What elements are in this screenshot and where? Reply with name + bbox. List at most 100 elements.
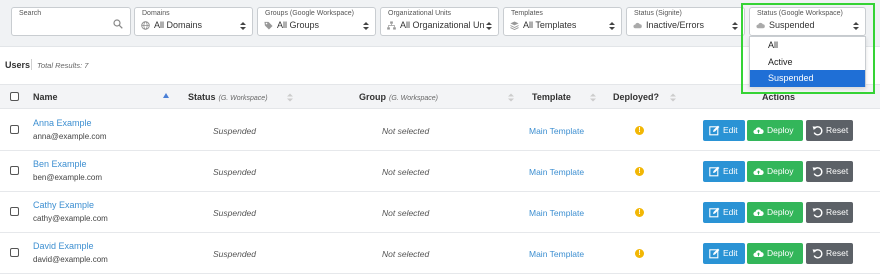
warning-icon: ! (635, 167, 644, 176)
cloud-upload-icon (753, 127, 764, 134)
search-filter[interactable]: Search (11, 7, 131, 36)
deploy-button[interactable]: Deploy (747, 202, 803, 223)
table-row: David Example david@example.com Suspende… (0, 233, 880, 274)
row-checkbox[interactable] (10, 125, 19, 134)
sort-icon[interactable] (508, 93, 514, 102)
cloud-upload-icon (753, 168, 764, 175)
column-status-sub: (G. Workspace) (218, 95, 268, 102)
caret-updown-icon (240, 22, 246, 30)
cloud-upload-icon (753, 250, 764, 257)
user-email: cathy@example.com (33, 214, 108, 223)
user-template-link[interactable]: Main Template (529, 167, 584, 177)
status-signite-value: Inactive/Errors (646, 20, 705, 30)
column-group[interactable]: Group (G. Workspace) (359, 92, 438, 102)
user-email: ben@example.com (33, 173, 103, 182)
reset-button[interactable]: Reset (806, 243, 853, 264)
org-units-label: Organizational Units (388, 10, 452, 17)
domains-filter[interactable]: Domains All Domains (134, 7, 253, 36)
reset-label: Reset (826, 207, 849, 217)
user-email: anna@example.com (33, 132, 107, 141)
sort-icon[interactable] (287, 93, 293, 102)
layers-icon (510, 21, 519, 30)
table-row: Cathy Example cathy@example.com Suspende… (0, 192, 880, 233)
column-status-label: Status (188, 92, 216, 102)
edit-button[interactable]: Edit (703, 202, 745, 223)
sort-asc-icon[interactable] (163, 92, 169, 101)
caret-updown-icon (609, 22, 615, 30)
user-status: Suspended (213, 249, 257, 259)
users-heading: Users (5, 60, 31, 70)
templates-label: Templates (511, 10, 543, 17)
column-group-sub: (G. Workspace) (389, 95, 439, 102)
table-row: Anna Example anna@example.com Suspended … (0, 110, 880, 151)
reset-label: Reset (826, 248, 849, 258)
deploy-button[interactable]: Deploy (747, 120, 803, 141)
column-name[interactable]: Name (33, 92, 58, 102)
reset-button[interactable]: Reset (806, 202, 853, 223)
row-checkbox[interactable] (10, 207, 19, 216)
status-signite-filter[interactable]: Status (Signite) Inactive/Errors (626, 7, 745, 36)
cloud-icon (633, 22, 642, 29)
sort-icon[interactable] (670, 93, 676, 102)
user-name-link[interactable]: Cathy Example (33, 200, 94, 210)
edit-label: Edit (723, 248, 738, 258)
deploy-label: Deploy (767, 125, 794, 135)
org-units-filter[interactable]: Organizational Units All Organizational … (380, 7, 499, 36)
deploy-button[interactable]: Deploy (747, 243, 803, 264)
column-template[interactable]: Template (532, 92, 571, 102)
highlight-annotation (741, 3, 875, 94)
templates-filter[interactable]: Templates All Templates (503, 7, 622, 36)
deploy-button[interactable]: Deploy (747, 161, 803, 182)
reset-button[interactable]: Reset (806, 120, 853, 141)
reset-label: Reset (826, 166, 849, 176)
edit-label: Edit (723, 207, 738, 217)
undo-icon (812, 126, 823, 136)
user-name-link[interactable]: David Example (33, 241, 94, 251)
row-checkbox[interactable] (10, 166, 19, 175)
user-group: Not selected (382, 249, 430, 259)
groups-filter[interactable]: Groups (Google Workspace) All Groups (257, 7, 376, 36)
search-icon (113, 19, 123, 29)
domains-value: All Domains (154, 20, 203, 30)
table-row: Ben Example ben@example.com Suspended No… (0, 151, 880, 192)
select-all-checkbox[interactable] (10, 92, 19, 101)
edit-label: Edit (723, 166, 738, 176)
warning-icon: ! (635, 126, 644, 135)
undo-icon (812, 167, 823, 177)
user-template-link[interactable]: Main Template (529, 208, 584, 218)
deploy-label: Deploy (767, 166, 794, 176)
user-template-link[interactable]: Main Template (529, 126, 584, 136)
reset-button[interactable]: Reset (806, 161, 853, 182)
org-units-value: All Organizational Un (400, 20, 485, 30)
edit-icon (709, 125, 720, 136)
row-checkbox[interactable] (10, 248, 19, 257)
edit-button[interactable]: Edit (703, 120, 745, 141)
user-name-link[interactable]: Ben Example (33, 159, 87, 169)
column-status[interactable]: Status (G. Workspace) (188, 92, 268, 102)
user-status: Suspended (213, 167, 257, 177)
search-label: Search (19, 10, 42, 17)
column-deployed[interactable]: Deployed? (613, 92, 659, 102)
caret-updown-icon (363, 22, 369, 30)
deploy-label: Deploy (767, 207, 794, 217)
column-group-label: Group (359, 92, 386, 102)
user-name-link[interactable]: Anna Example (33, 118, 92, 128)
warning-icon: ! (635, 208, 644, 217)
edit-label: Edit (723, 125, 738, 135)
tag-icon (264, 21, 273, 30)
user-group: Not selected (382, 167, 430, 177)
user-template-link[interactable]: Main Template (529, 249, 584, 259)
undo-icon (812, 249, 823, 259)
groups-label: Groups (Google Workspace) (265, 10, 354, 17)
warning-icon: ! (635, 249, 644, 258)
undo-icon (812, 208, 823, 218)
domains-label: Domains (142, 10, 170, 17)
globe-icon (141, 21, 150, 30)
edit-icon (709, 207, 720, 218)
edit-button[interactable]: Edit (703, 243, 745, 264)
sort-icon[interactable] (590, 93, 596, 102)
groups-value: All Groups (277, 20, 320, 30)
edit-button[interactable]: Edit (703, 161, 745, 182)
total-results: Total Results: 7 (37, 61, 89, 70)
status-signite-label: Status (Signite) (634, 10, 682, 17)
